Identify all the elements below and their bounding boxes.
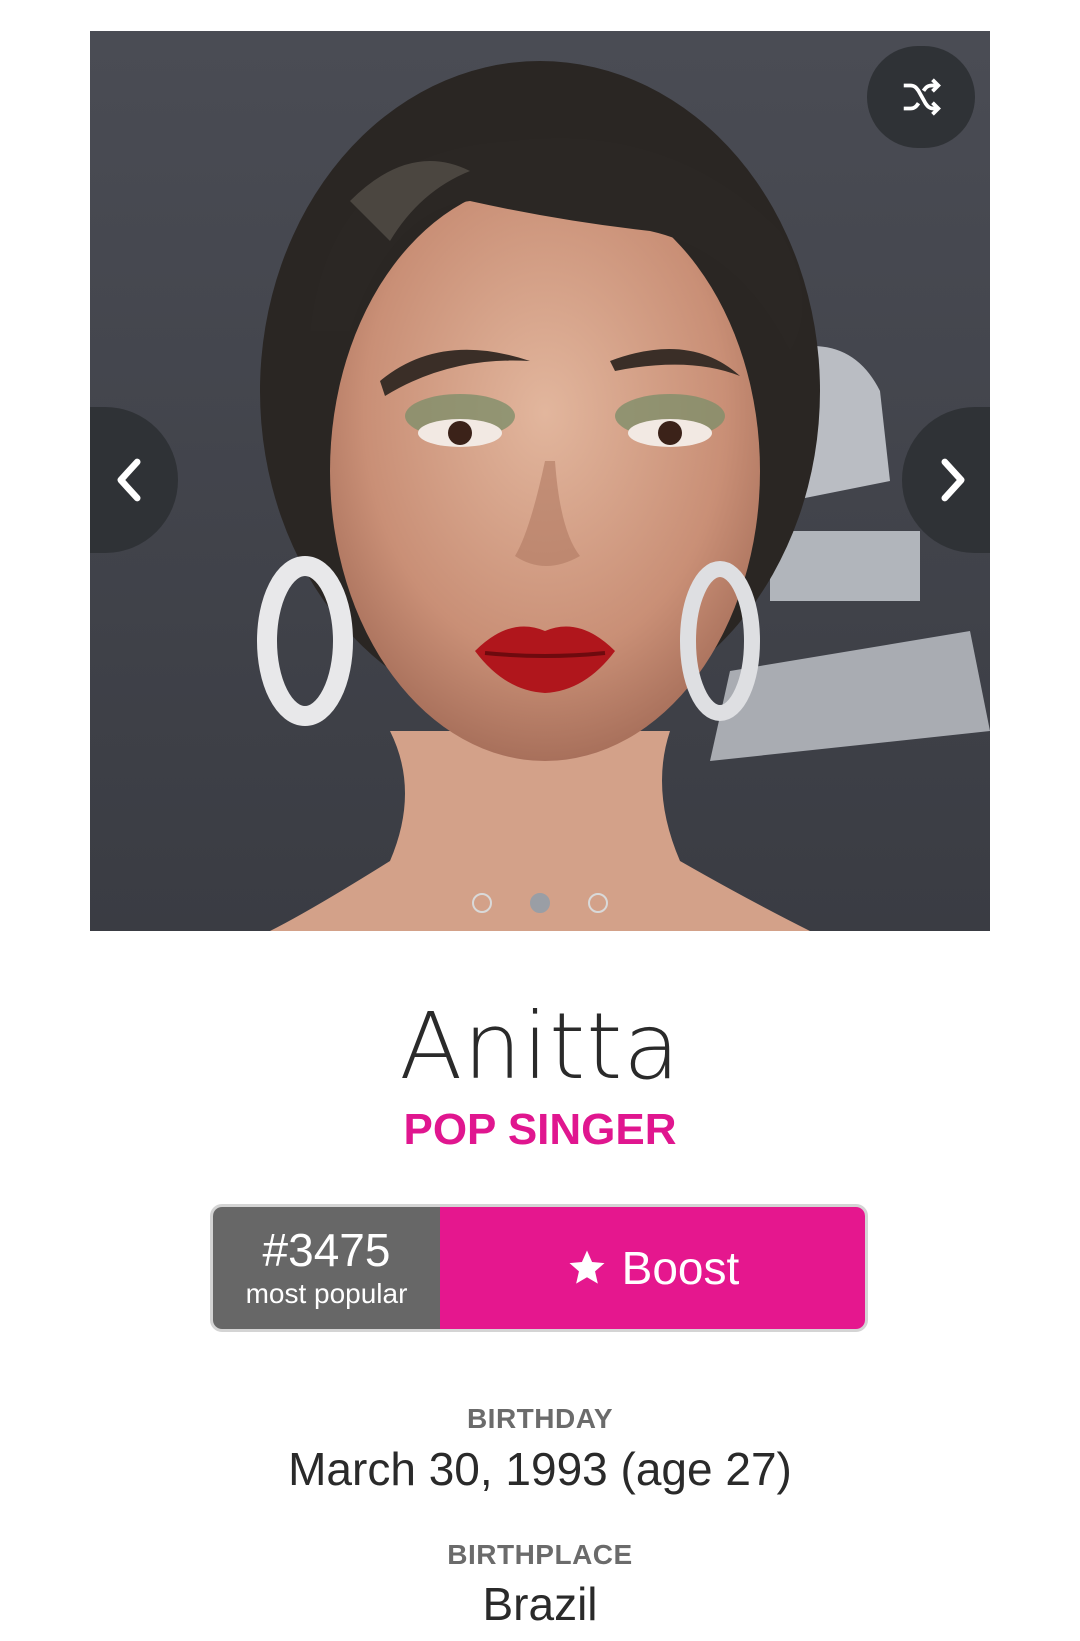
carousel-dot[interactable] bbox=[588, 893, 608, 913]
carousel-dot-active[interactable] bbox=[530, 893, 550, 913]
photo-carousel[interactable] bbox=[90, 31, 990, 931]
boost-button[interactable]: Boost bbox=[440, 1207, 865, 1329]
birthday-label: BIRTHDAY bbox=[466, 1403, 614, 1434]
carousel-dots bbox=[90, 893, 990, 913]
carousel-dot[interactable] bbox=[472, 893, 492, 913]
chevron-right-icon bbox=[941, 458, 965, 502]
person-name: Anitta bbox=[399, 993, 681, 1100]
boost-label: Boost bbox=[621, 1242, 740, 1294]
star-icon bbox=[569, 1250, 605, 1284]
birthday-value[interactable]: March 30, 1993 (age 27) bbox=[0, 1442, 1080, 1496]
rank-number: #3475 bbox=[262, 1224, 391, 1276]
celebrity-photo bbox=[90, 31, 990, 931]
birthplace-label: BIRTHPLACE bbox=[447, 1539, 633, 1570]
rank-boost-bar: #3475 most popular Boost bbox=[210, 1204, 868, 1332]
shuffle-button[interactable] bbox=[867, 46, 975, 148]
rank-label: most popular bbox=[245, 1278, 408, 1309]
occupation-link[interactable]: POP SINGER bbox=[0, 1104, 1080, 1156]
chevron-left-icon bbox=[117, 458, 141, 502]
birthplace-value[interactable]: Brazil bbox=[0, 1577, 1080, 1631]
popularity-rank: #3475 most popular bbox=[213, 1207, 440, 1329]
shuffle-icon bbox=[903, 78, 941, 116]
